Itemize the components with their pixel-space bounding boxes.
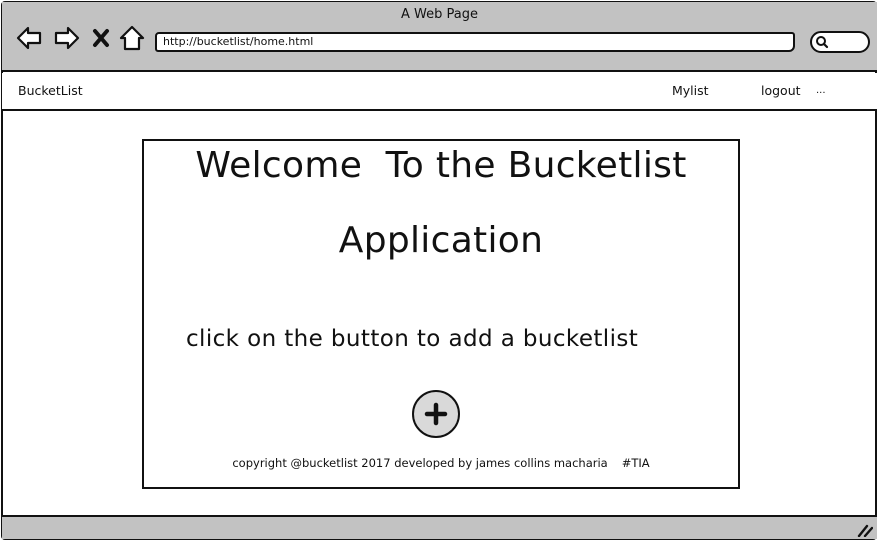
nav-logout[interactable]: logout — [761, 83, 801, 98]
resize-grip-icon[interactable] — [857, 523, 873, 537]
copyright-text: copyright @bucketlist 2017 developed by … — [232, 456, 608, 470]
close-icon[interactable] — [90, 24, 112, 52]
home-icon[interactable] — [118, 24, 146, 52]
nav-more[interactable]: ... — [816, 85, 826, 96]
welcome-title-line1: Welcome To the Bucketlist — [195, 145, 687, 186]
window-title: A Web Page — [401, 7, 478, 22]
search-icon — [816, 36, 829, 49]
back-arrow-icon[interactable] — [15, 24, 43, 52]
brand-link[interactable]: BucketList — [18, 83, 83, 98]
welcome-panel: Welcome To the Bucketlist Application cl… — [142, 139, 740, 489]
forward-arrow-icon[interactable] — [53, 24, 81, 52]
search-field[interactable] — [810, 31, 870, 53]
address-bar[interactable]: http://bucketlist/home.html — [155, 32, 795, 52]
footer: copyright @bucketlist 2017 developed by … — [144, 456, 738, 471]
status-bar — [2, 515, 877, 539]
add-bucketlist-button[interactable] — [412, 390, 460, 438]
welcome-title-line2: Application — [338, 220, 544, 261]
footer-tag: #TIA — [621, 456, 650, 470]
site-navbar: BucketList Mylist logout ... — [2, 73, 877, 111]
nav-mylist[interactable]: Mylist — [672, 83, 709, 98]
instruction-text: click on the button to add a bucketlist — [186, 326, 639, 352]
plus-icon — [424, 402, 448, 426]
browser-toolbar: A Web Page http://bucketlist/home.html — [2, 2, 877, 72]
